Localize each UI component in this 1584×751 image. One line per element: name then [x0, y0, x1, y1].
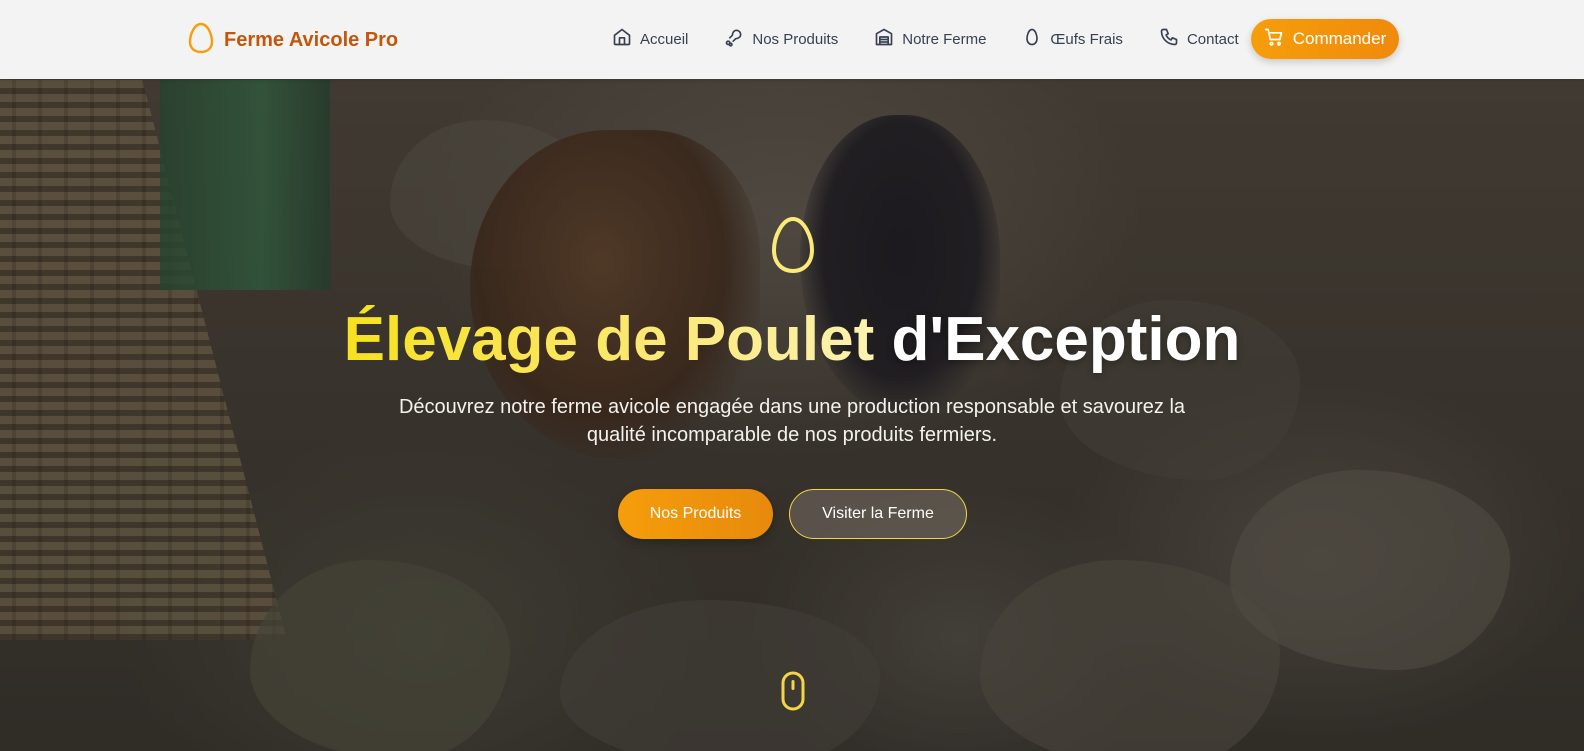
- hero-subtitle: Découvrez notre ferme avicole engagée da…: [398, 396, 1186, 446]
- nav-label: Contact: [1186, 30, 1239, 48]
- main-nav: Accueil Nos Produits Notre Ferme Œufs Fr…: [612, 27, 1275, 51]
- nav-label: Notre Ferme: [902, 30, 987, 48]
- order-button-label: Commander: [1292, 29, 1387, 48]
- cart-icon: [1264, 27, 1284, 52]
- phone-icon: [1159, 27, 1179, 51]
- nav-item-ferme[interactable]: Notre Ferme: [874, 27, 986, 51]
- hero-title: Élevage de Poulet d'Exception: [0, 304, 1584, 375]
- nav-label: Œufs Frais: [1050, 30, 1123, 48]
- nav-label: Accueil: [640, 30, 689, 48]
- nav-item-contact[interactable]: Contact: [1159, 27, 1239, 51]
- brand-name: Ferme Avicole Pro: [224, 29, 399, 51]
- hero-overlay: [0, 0, 1584, 751]
- hero-title-rest: d'Exception: [891, 305, 1241, 374]
- nav-item-produits[interactable]: Nos Produits: [724, 27, 838, 51]
- egg-icon: [1022, 27, 1042, 51]
- brand-logo[interactable]: Ferme Avicole Pro: [188, 22, 398, 59]
- products-button[interactable]: Nos Produits: [618, 489, 773, 539]
- home-icon: [612, 27, 632, 51]
- site-header: Ferme Avicole Pro Accueil Nos Produits N…: [0, 0, 1584, 79]
- hero-title-accent: Élevage de Poulet: [343, 305, 875, 374]
- visit-farm-button[interactable]: Visiter la Ferme: [789, 489, 967, 539]
- nav-label: Nos Produits: [752, 30, 839, 48]
- order-button[interactable]: Commander: [1251, 19, 1399, 59]
- drumstick-icon: [724, 27, 744, 51]
- warehouse-icon: [874, 27, 894, 51]
- hero-background: [0, 0, 1584, 751]
- nav-item-oeufs[interactable]: Œufs Frais: [1022, 27, 1123, 51]
- nav-item-accueil[interactable]: Accueil: [612, 27, 688, 51]
- egg-icon: [188, 22, 214, 59]
